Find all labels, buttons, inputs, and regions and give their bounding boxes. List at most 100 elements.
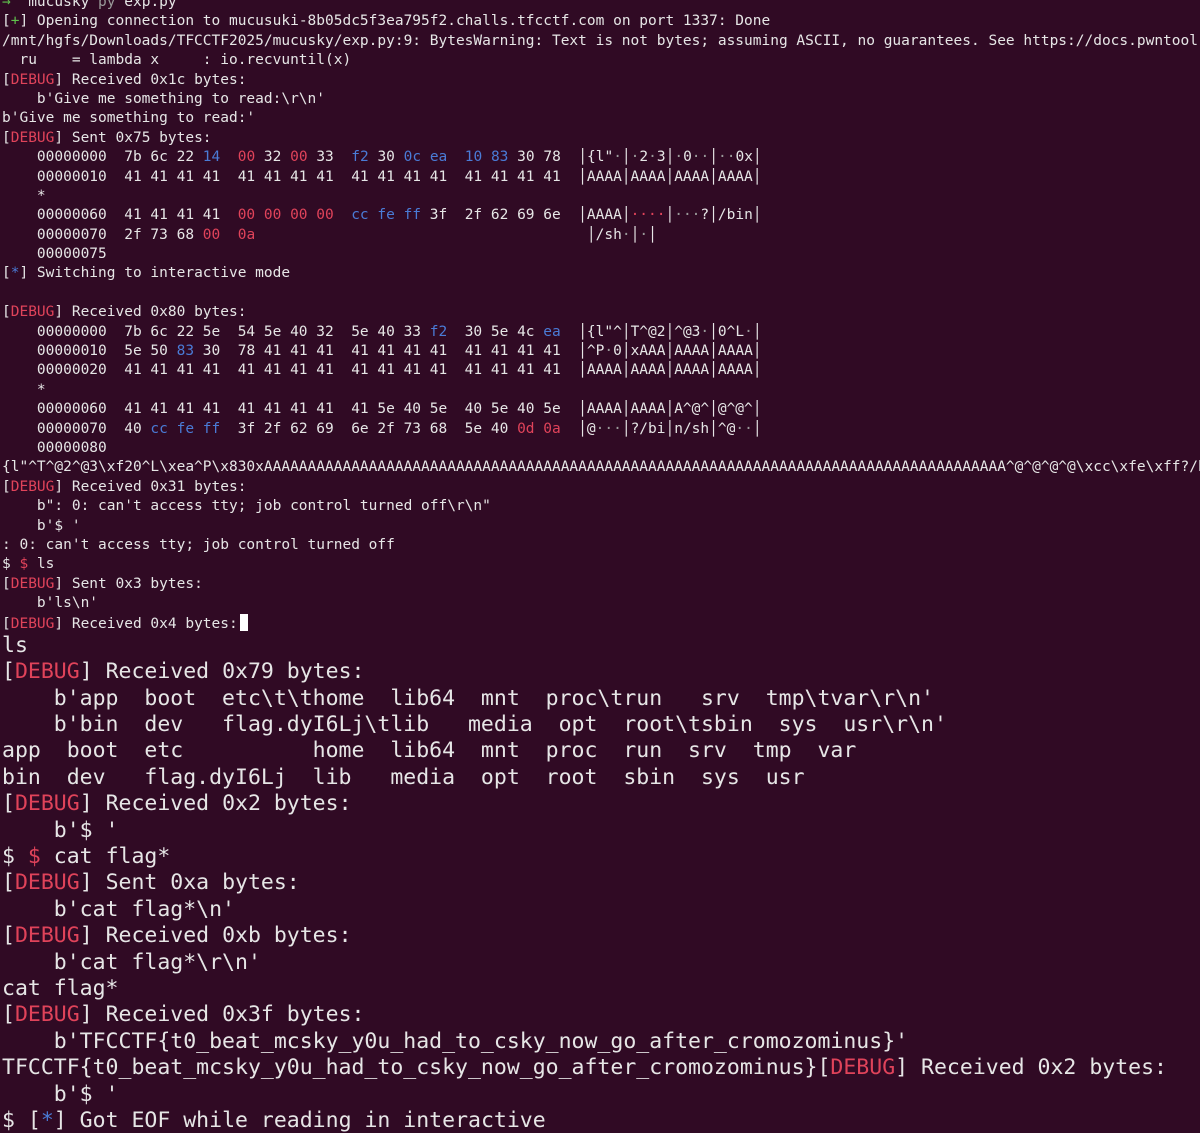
terminal-line: [DEBUG] Received 0x31 bytes: bbox=[0, 478, 1200, 497]
terminal-text-segment: [ bbox=[2, 478, 11, 495]
terminal-text-segment: ] Switching to interactive mode bbox=[19, 265, 291, 282]
terminal-text-segment: │ bbox=[752, 323, 762, 340]
terminal-text-segment: exp.py bbox=[124, 0, 177, 10]
text-cursor[interactable] bbox=[239, 613, 248, 631]
terminal-text-segment: ··· bbox=[595, 420, 622, 437]
terminal-text-segment: cat flag* bbox=[2, 975, 119, 1001]
terminal-text-segment: $ [ bbox=[2, 1107, 41, 1133]
terminal-text-segment: │ bbox=[709, 149, 718, 166]
terminal-text-segment: ] Received 0x80 bytes: bbox=[54, 304, 247, 321]
terminal-text-segment: * bbox=[40, 1107, 54, 1133]
terminal-text-segment: │@ bbox=[560, 420, 596, 437]
terminal-text-segment: DEBUG bbox=[14, 923, 80, 949]
terminal-output-zoomed: ls [DEBUG] Received 0x79 bytes: b'app boo… bbox=[0, 633, 1200, 1133]
terminal-text-segment: [ bbox=[2, 265, 11, 282]
terminal-line: b'Give me something to read:' bbox=[0, 109, 1200, 128]
terminal-text-segment: * bbox=[2, 381, 46, 398]
terminal-text-segment: [ bbox=[2, 304, 11, 321]
terminal-text-segment: 00000000 7b 6c 22 5e 54 5e 40 32 5e 40 3… bbox=[2, 323, 430, 340]
terminal-text-segment: ] Received 0x2 bytes: bbox=[895, 1055, 1167, 1081]
terminal-text-segment: * bbox=[2, 187, 46, 204]
terminal-line: [DEBUG] Received 0x1c bytes: bbox=[0, 71, 1200, 90]
terminal-text-segment: 0│xAAA│AAAA│AAAA│ bbox=[613, 343, 762, 360]
terminal-text-segment: 0a bbox=[237, 226, 256, 243]
terminal-text-segment: ] Received 0x2 bytes: bbox=[79, 791, 352, 817]
terminal-text-segment: ] Received 0xb bytes: bbox=[79, 923, 352, 949]
terminal-line: 00000075 bbox=[0, 245, 1200, 264]
terminal-text-segment: /mnt/hgfs/Downloads/TFCCTF2025/mucusky/e… bbox=[2, 32, 1198, 49]
terminal-text-segment: $ bbox=[2, 844, 28, 870]
terminal-text-segment: bin dev flag.dyI6Lj lib media opt root s… bbox=[2, 764, 805, 790]
terminal-line: [DEBUG] Sent 0x3 bytes: bbox=[0, 575, 1200, 594]
terminal-text-segment: │/sh bbox=[255, 226, 622, 243]
terminal-text-segment: 3f 2f 62 69 6e │AAAA│ bbox=[421, 207, 631, 224]
terminal-output-small: → mucusky py exp.py [+] Opening connectio… bbox=[0, 0, 1200, 633]
terminal-text-segment: ·· bbox=[735, 420, 753, 437]
terminal-text-segment: 32 bbox=[255, 149, 291, 166]
terminal-text-segment: · bbox=[613, 149, 622, 166]
terminal-text-segment: TFCCTF{t0_beat_mcsky_y0u_had_to_csky_now… bbox=[2, 1055, 831, 1081]
terminal-line: b'bin dev flag.dyI6Lj\tlib media opt roo… bbox=[0, 712, 1200, 738]
terminal-text-segment: 00000020 41 41 41 41 41 41 41 41 41 41 4… bbox=[2, 362, 762, 379]
terminal-text-segment: b'bin dev flag.dyI6Lj\tlib media opt roo… bbox=[2, 712, 947, 738]
terminal-text-segment: 00 bbox=[290, 149, 308, 166]
terminal-text-segment: b'TFCCTF{t0_beat_mcsky_y0u_had_to_csky_n… bbox=[2, 1028, 909, 1054]
terminal-text-segment: cc fe ff bbox=[351, 207, 422, 224]
terminal-text-segment: b": 0: can't access tty; job control tur… bbox=[2, 498, 491, 515]
terminal-text-segment: f2 bbox=[351, 149, 369, 166]
terminal-text-segment: 00 bbox=[202, 226, 221, 243]
terminal-text-segment: 30 5e 4c bbox=[447, 323, 544, 340]
terminal-text-segment: b'Give me something to read:\r\n' bbox=[2, 90, 326, 107]
terminal-text-segment: ] Received 0x31 bytes: bbox=[54, 478, 247, 495]
terminal-text-segment: DEBUG bbox=[14, 659, 80, 685]
terminal-line: [DEBUG] Received 0x80 bytes: bbox=[0, 303, 1200, 322]
terminal-text-segment: · bbox=[621, 226, 631, 243]
terminal-text-segment: · bbox=[639, 226, 649, 243]
terminal-text-segment: [ bbox=[2, 13, 11, 30]
terminal-text-segment: app boot etc home lib64 mnt proc run srv… bbox=[2, 738, 857, 764]
terminal-text-segment: py bbox=[98, 0, 125, 10]
terminal-line: $ [*] Got EOF while reading in interacti… bbox=[0, 1108, 1200, 1133]
terminal-text-segment: │ bbox=[752, 420, 762, 437]
terminal-window[interactable]: → mucusky py exp.py [+] Opening connectio… bbox=[0, 0, 1200, 1133]
terminal-text-segment: DEBUG bbox=[10, 304, 55, 321]
terminal-text-segment: 30 78 41 41 41 41 41 41 41 41 41 41 41 │… bbox=[194, 343, 605, 360]
terminal-text-segment: ls bbox=[2, 632, 28, 658]
terminal-text-segment: b'$ ' bbox=[2, 517, 81, 534]
terminal-line: cat flag* bbox=[0, 976, 1200, 1002]
terminal-text-segment: b'ls\n' bbox=[2, 595, 99, 612]
terminal-text-segment: DEBUG bbox=[10, 71, 55, 88]
terminal-text-segment: ··· bbox=[674, 207, 701, 224]
terminal-text-segment: │0^L bbox=[709, 323, 745, 340]
terminal-text-segment: ru = lambda x : io.recvuntil(x) bbox=[2, 52, 352, 69]
terminal-line: [*] Switching to interactive mode bbox=[0, 264, 1200, 283]
terminal-text-segment: 0x│ bbox=[735, 149, 762, 166]
terminal-line: b'$ ' bbox=[0, 818, 1200, 844]
terminal-text-segment: DEBUG bbox=[14, 1002, 80, 1028]
terminal-text-segment: · bbox=[604, 343, 614, 360]
terminal-text-segment: 00000010 41 41 41 41 41 41 41 41 41 41 4… bbox=[2, 168, 762, 185]
terminal-text-segment: 0 bbox=[683, 149, 692, 166]
terminal-line: b'Give me something to read:\r\n' bbox=[0, 90, 1200, 109]
terminal-text-segment: ] Received 0x3f bytes: bbox=[79, 1002, 365, 1028]
terminal-text-segment: 10 83 bbox=[464, 149, 509, 166]
terminal-text-segment: │{l"^│T^@2│^@3 bbox=[560, 323, 701, 340]
terminal-text-segment: 00 00 00 00 bbox=[237, 207, 334, 224]
terminal-text-segment: cat flag* bbox=[40, 844, 171, 870]
terminal-text-segment: ] Received 0x79 bytes: bbox=[79, 659, 365, 685]
terminal-text-segment: f2 bbox=[429, 323, 448, 340]
terminal-text-segment: ] Got EOF while reading in interactive bbox=[53, 1107, 546, 1133]
terminal-text-segment: 30 78 │{l" bbox=[508, 149, 614, 166]
terminal-text-segment: · bbox=[700, 323, 710, 340]
terminal-text-segment: [ bbox=[2, 791, 15, 817]
terminal-text-segment: : 0: can't access tty; job control turne… bbox=[2, 536, 395, 553]
terminal-line: 00000000 7b 6c 22 5e 54 5e 40 32 5e 40 3… bbox=[0, 323, 1200, 342]
terminal-text-segment: │ bbox=[648, 226, 657, 243]
terminal-line: [DEBUG] Received 0x3f bytes: bbox=[0, 1002, 1200, 1028]
terminal-text-segment: $ bbox=[2, 556, 20, 573]
terminal-text-segment: 2 bbox=[639, 149, 649, 166]
terminal-line: 00000080 bbox=[0, 439, 1200, 458]
terminal-text-segment: ·· bbox=[691, 149, 710, 166]
